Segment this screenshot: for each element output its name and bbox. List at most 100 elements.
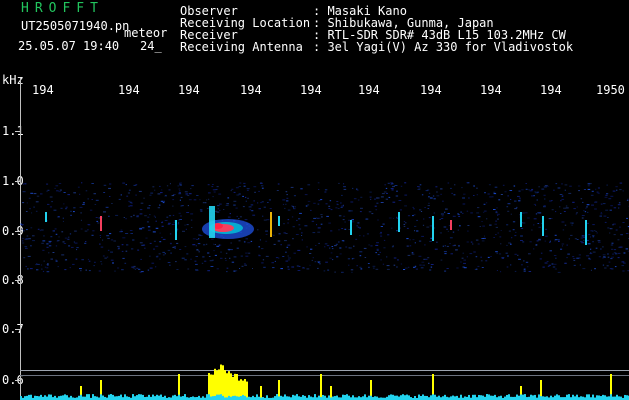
noise-pixel [254,191,256,193]
noise-pixel [325,243,328,245]
noise-pixel [320,199,323,201]
noise-band [20,182,629,273]
baseline-segment [138,394,140,400]
noise-pixel [549,241,551,243]
noise-pixel [514,235,517,237]
noise-pixel [169,183,171,185]
noise-pixel [500,194,503,195]
baseline-segment [420,395,422,400]
noise-pixel [507,210,510,212]
noise-pixel [374,198,376,200]
noise-pixel [390,188,394,189]
noise-pixel [109,233,112,235]
noise-pixel [188,199,192,201]
noise-pixel [452,231,455,233]
baseline-segment [100,394,102,400]
baseline-segment [220,394,222,400]
baseline-segment [92,394,94,400]
noise-pixel [324,189,328,191]
noise-pixel [537,223,540,224]
noise-pixel [311,220,315,222]
extra-code: 24_ [140,39,162,53]
noise-pixel [415,268,418,270]
noise-pixel [474,269,477,270]
noise-pixel [439,219,441,220]
noise-pixel [287,266,290,268]
noise-pixel [184,246,187,248]
baseline-segment [212,396,214,400]
noise-pixel [455,249,458,251]
noise-pixel [590,248,592,250]
noise-pixel [284,207,286,209]
baseline-segment [598,395,600,400]
baseline-segment [402,394,404,400]
noise-pixel [421,194,424,196]
noise-pixel [107,237,110,239]
noise-pixel [479,226,481,227]
noise-pixel [564,224,567,226]
noise-pixel [525,183,527,184]
noise-pixel [521,264,523,266]
noise-pixel [573,260,576,261]
baseline-segment [110,394,112,400]
noise-pixel [449,237,453,239]
noise-pixel [526,266,529,268]
baseline-segment [54,395,56,400]
noise-pixel [208,192,211,194]
noise-pixel [287,259,290,261]
noise-pixel [460,261,462,263]
noise-pixel [606,184,608,186]
noise-pixel [127,192,130,194]
noise-pixel [622,222,625,223]
noise-pixel [139,227,142,229]
noise-pixel [293,207,295,209]
noise-pixel [154,216,156,218]
noise-pixel [500,271,502,273]
noise-pixel [109,183,112,185]
noise-pixel [538,212,542,214]
noise-pixel [204,202,207,204]
baseline-segment [550,395,552,400]
noise-pixel [37,228,40,230]
noise-pixel [162,202,165,204]
noise-pixel [607,227,610,229]
noise-pixel [627,198,629,200]
noise-pixel [391,189,394,191]
noise-pixel [170,252,172,254]
noise-pixel [444,211,446,213]
noise-pixel [569,185,572,187]
noise-pixel [578,257,581,259]
noise-pixel [87,229,89,231]
baseline-segment [624,394,626,400]
noise-pixel [122,237,126,239]
noise-pixel [196,249,200,251]
noise-pixel [622,190,624,192]
noise-pixel [301,232,303,234]
noise-pixel [287,268,290,270]
noise-pixel [612,253,614,255]
noise-pixel [208,256,211,257]
noise-pixel [213,243,215,245]
noise-pixel [159,204,161,206]
noise-pixel [372,265,376,267]
baseline-segment [176,396,178,400]
noise-pixel [216,268,219,270]
noise-pixel [510,243,512,245]
noise-pixel [220,257,223,259]
noise-pixel [577,185,581,187]
noise-pixel [247,242,251,244]
noise-pixel [356,225,358,227]
noise-pixel [114,270,116,272]
noise-pixel [515,206,518,208]
noise-pixel [603,215,607,217]
noise-pixel [367,263,370,264]
noise-pixel [366,233,369,235]
noise-pixel [143,244,146,246]
noise-pixel [191,185,194,187]
noise-pixel [597,192,600,194]
noise-pixel [57,216,60,218]
noise-pixel [623,262,626,264]
noise-pixel [365,218,369,220]
noise-pixel [150,192,154,194]
noise-pixel [376,242,379,244]
